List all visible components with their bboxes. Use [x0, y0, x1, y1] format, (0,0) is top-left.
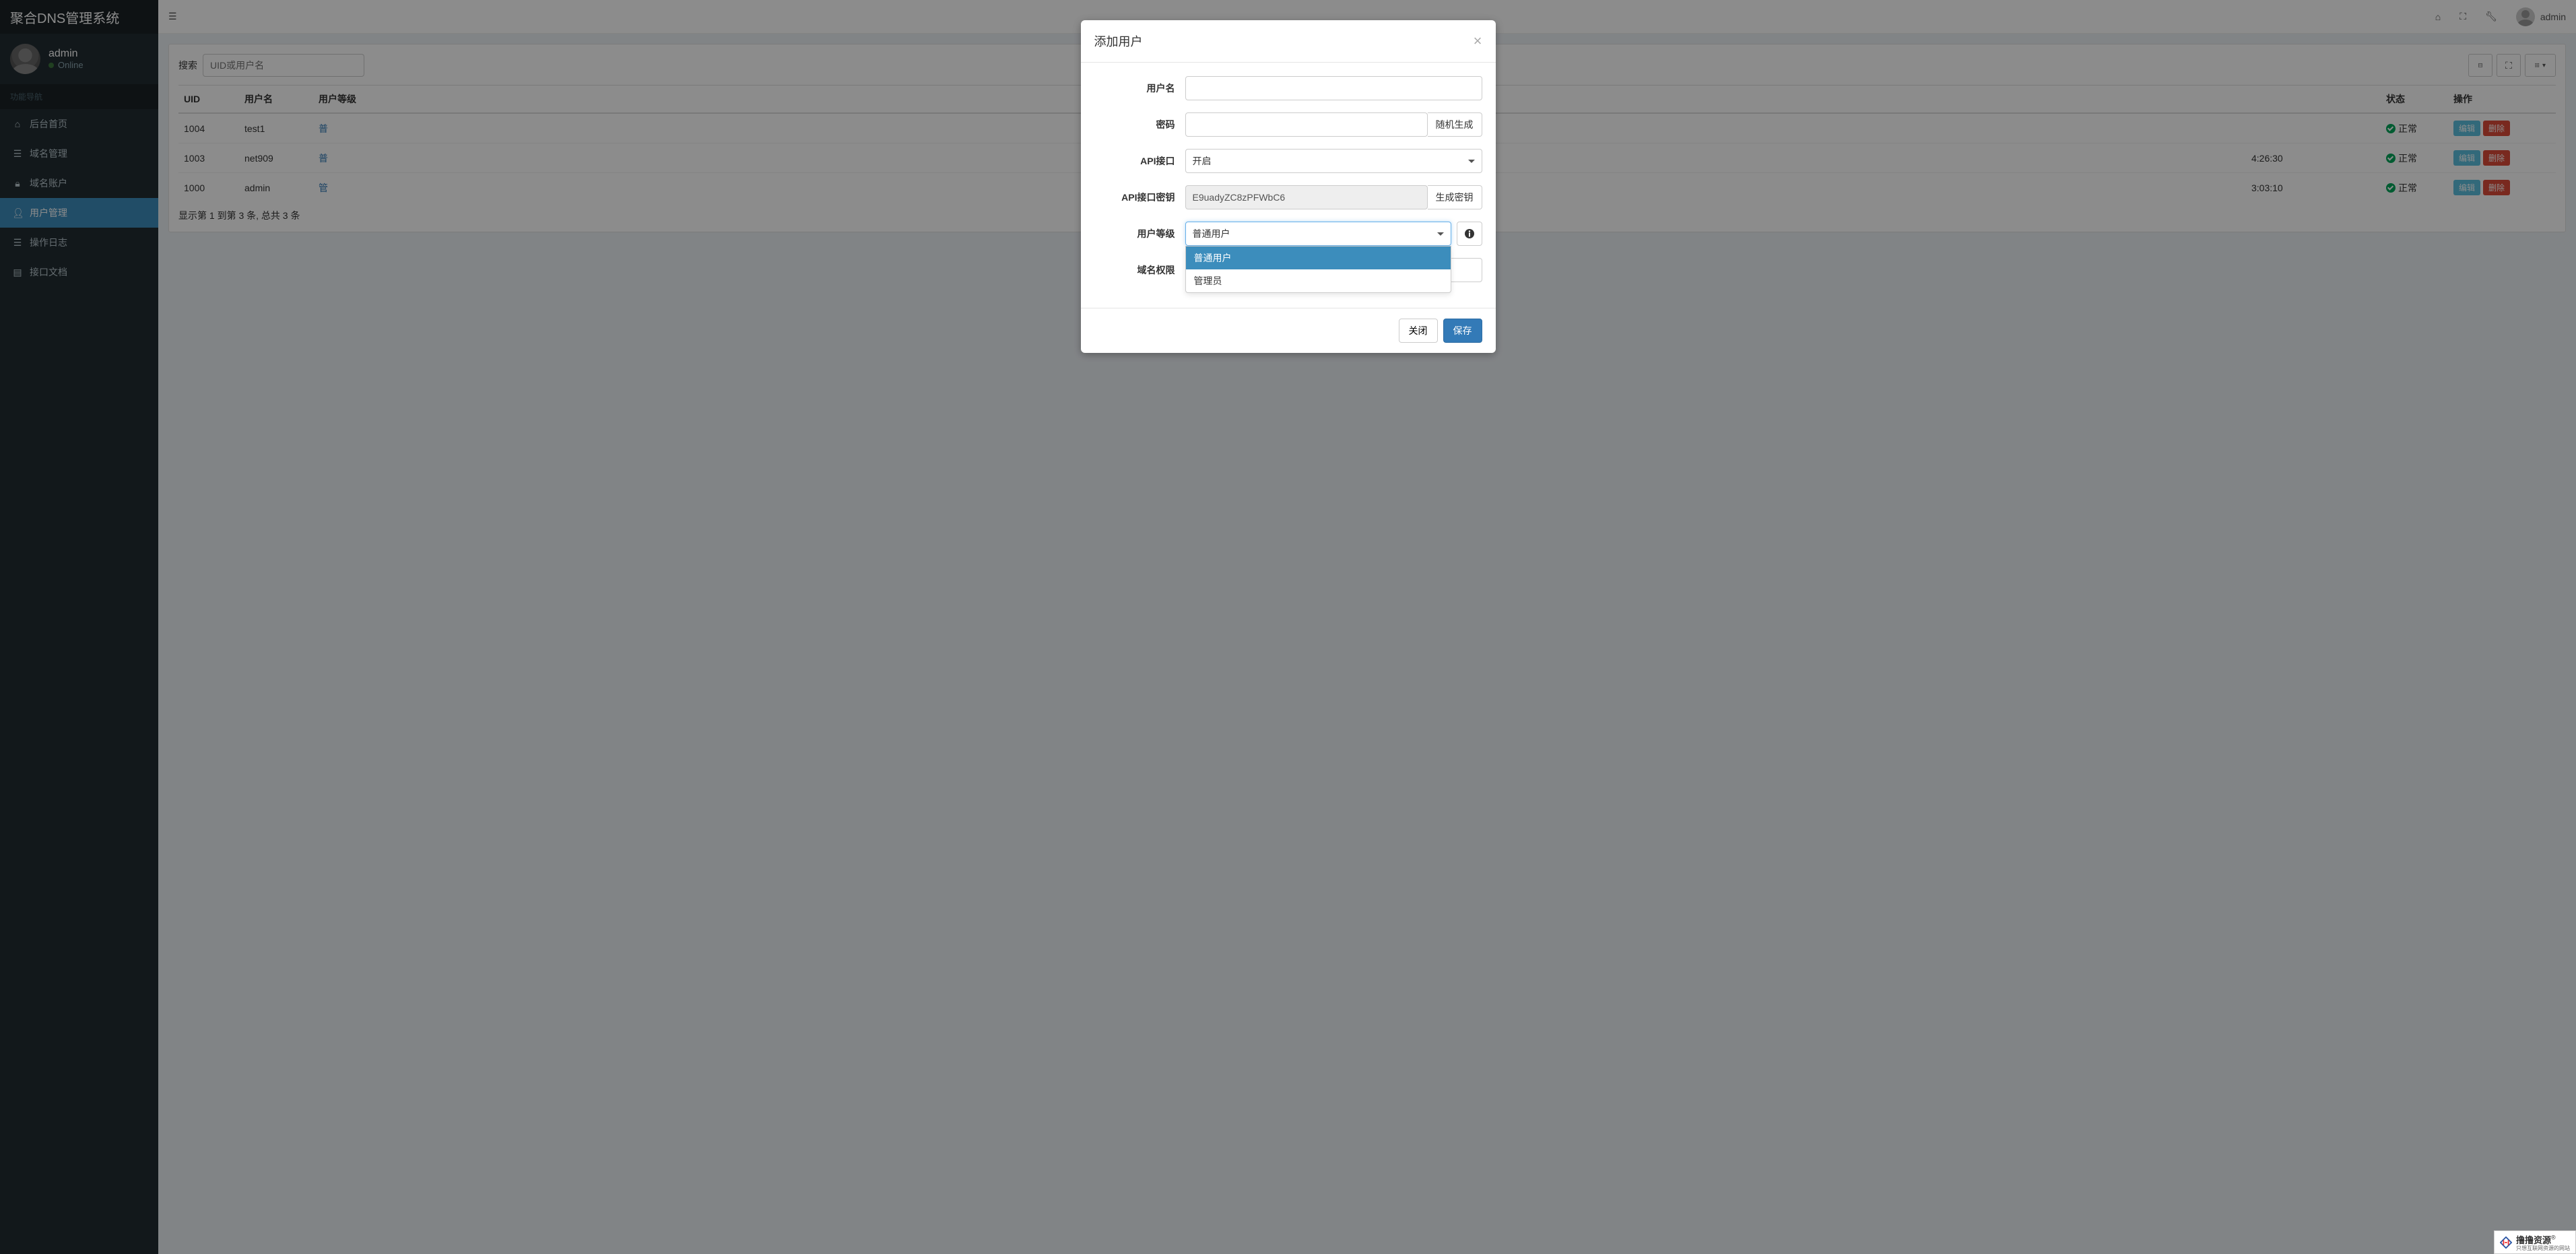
api-select[interactable]: 开启: [1185, 149, 1482, 173]
label-api: API接口: [1094, 154, 1185, 168]
level-select-value: 普通用户: [1193, 227, 1230, 240]
level-option-normal[interactable]: 普通用户: [1186, 246, 1451, 269]
level-info-button[interactable]: [1457, 222, 1482, 246]
save-button[interactable]: 保存: [1443, 319, 1482, 343]
generate-key-button[interactable]: 生成密钥: [1428, 185, 1482, 209]
label-username: 用户名: [1094, 81, 1185, 95]
random-generate-button[interactable]: 随机生成: [1428, 112, 1482, 137]
modal-body: 用户名 密码 随机生成 API接口 开启 API接口密钥 生成密钥: [1081, 63, 1496, 308]
chevron-down-icon: [1437, 232, 1444, 236]
label-apikey: API接口密钥: [1094, 191, 1185, 204]
label-level: 用户等级: [1094, 227, 1185, 240]
label-domain-perm: 域名权限: [1094, 263, 1185, 277]
username-input[interactable]: [1185, 76, 1482, 100]
password-input[interactable]: [1185, 112, 1428, 137]
modal-footer: 关闭 保存: [1081, 308, 1496, 353]
level-select[interactable]: 普通用户: [1185, 222, 1451, 246]
chevron-down-icon: [1468, 160, 1475, 163]
close-icon[interactable]: ×: [1474, 34, 1482, 48]
add-user-modal: 添加用户 × 用户名 密码 随机生成 API接口 开启 API接口密钥: [1081, 20, 1496, 353]
api-select-value: 开启: [1193, 154, 1212, 168]
modal-header: 添加用户 ×: [1081, 20, 1496, 63]
level-dropdown: 普通用户 管理员: [1185, 246, 1451, 293]
watermark-sub: 只想互联网资源的网站: [2516, 1246, 2570, 1251]
watermark-logo-icon: [2500, 1236, 2512, 1249]
modal-title: 添加用户: [1094, 32, 1143, 50]
watermark: 撸撸资源® 只想互联网资源的网站: [2494, 1230, 2576, 1254]
watermark-main: 撸撸资源: [2516, 1235, 2551, 1245]
label-password: 密码: [1094, 118, 1185, 131]
close-button[interactable]: 关闭: [1399, 319, 1438, 343]
apikey-input: [1185, 185, 1428, 209]
level-option-admin[interactable]: 管理员: [1186, 269, 1451, 292]
